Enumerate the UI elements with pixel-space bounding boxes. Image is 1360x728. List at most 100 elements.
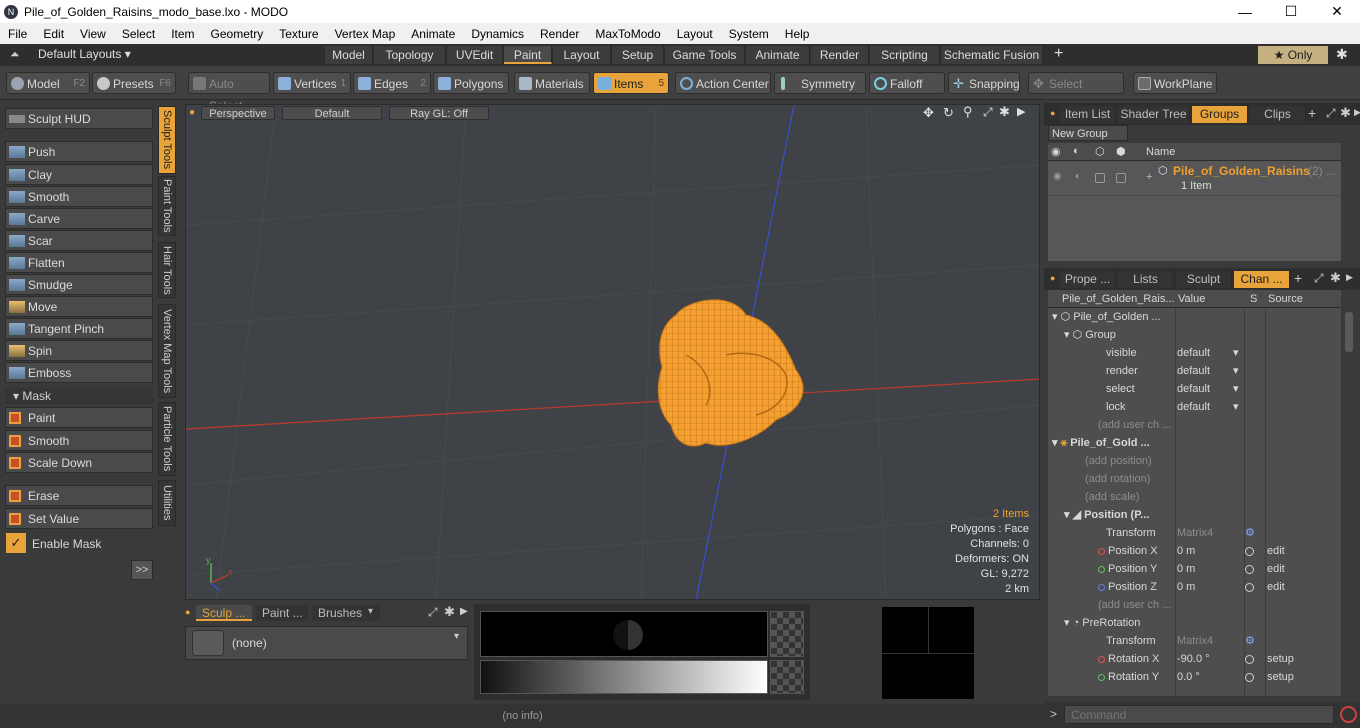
- groups-gear-icon[interactable]: ✱: [1340, 105, 1351, 121]
- channels-menu-icon[interactable]: ●: [1050, 273, 1055, 283]
- groups-scrollbar[interactable]: [1343, 143, 1355, 261]
- rotation-x-value[interactable]: -90.0 °: [1177, 650, 1243, 668]
- channels-expand-icon[interactable]: ▶: [1346, 272, 1353, 283]
- expand-arrow-icon[interactable]: ▾: [1064, 617, 1073, 629]
- value-gradient[interactable]: [480, 660, 768, 694]
- channels-scrollbar[interactable]: [1343, 308, 1355, 696]
- channel-row[interactable]: render default ▾: [1048, 362, 1341, 380]
- tab-sculpt-presets[interactable]: Sculp ...: [196, 605, 252, 621]
- tool-spin[interactable]: Spin: [5, 340, 153, 361]
- tool-flatten[interactable]: Flatten: [5, 252, 153, 273]
- viewport-settings-icon[interactable]: ✱: [999, 104, 1010, 120]
- tab-sculpt-tools[interactable]: Sculpt Tools: [158, 106, 176, 174]
- render-icon[interactable]: ◐: [1073, 145, 1080, 157]
- menu-item[interactable]: Item: [163, 27, 202, 41]
- state-circle-icon[interactable]: [1245, 546, 1254, 556]
- channel-row[interactable]: (add position): [1048, 452, 1341, 470]
- lock-value-dropdown[interactable]: default ▾: [1177, 398, 1243, 416]
- tab-schematic-fusion[interactable]: Schematic Fusion: [941, 46, 1043, 64]
- row-select-checkbox[interactable]: [1116, 173, 1126, 183]
- matrix-link-icon[interactable]: ⚙: [1245, 524, 1265, 542]
- scrollbar-thumb[interactable]: [1345, 312, 1353, 352]
- channel-row[interactable]: ▾ ⬡ Group: [1048, 326, 1341, 344]
- groups-menu-icon[interactable]: ●: [1050, 108, 1055, 118]
- tool-smooth[interactable]: Smooth: [5, 186, 153, 207]
- panel-expand-icon[interactable]: ▶: [460, 606, 468, 617]
- alpha-gradient[interactable]: [770, 660, 804, 694]
- state-circle-icon[interactable]: [1245, 654, 1254, 664]
- groups-expand-icon[interactable]: ▶: [1354, 107, 1360, 118]
- channel-row[interactable]: ▾ ⬡ Pile_of_Golden ...: [1048, 308, 1341, 326]
- close-button[interactable]: ✕: [1314, 0, 1360, 23]
- set-value-button[interactable]: Set Value: [5, 508, 153, 529]
- menu-view[interactable]: View: [72, 27, 114, 41]
- select-icon[interactable]: ⬢: [1116, 145, 1126, 158]
- channel-row[interactable]: Position X0 m edit: [1048, 542, 1341, 560]
- expand-arrow-icon[interactable]: ▾: [1052, 437, 1061, 449]
- alpha-swatch[interactable]: [770, 611, 804, 657]
- state-circle-icon[interactable]: [1245, 582, 1254, 592]
- edges-button[interactable]: Edges 2: [353, 72, 431, 94]
- tab-paint-presets[interactable]: Paint ...: [256, 605, 308, 621]
- groups-maximize-icon[interactable]: ⤢: [1326, 106, 1336, 121]
- rotation-y-value[interactable]: 0.0 °: [1177, 668, 1243, 686]
- visible-value-dropdown[interactable]: default ▾: [1177, 344, 1243, 362]
- menu-vertex-map[interactable]: Vertex Map: [327, 27, 404, 41]
- gear-icon[interactable]: ✱: [1336, 46, 1348, 63]
- vertices-button[interactable]: Vertices 1: [273, 72, 351, 94]
- menu-edit[interactable]: Edit: [35, 27, 72, 41]
- maximize-button[interactable]: ☐: [1268, 0, 1314, 23]
- command-input[interactable]: [1064, 705, 1334, 724]
- model-mode-button[interactable]: Model F2: [6, 72, 90, 94]
- perspective-dropdown[interactable]: Perspective: [201, 106, 275, 120]
- viewport-expand-icon[interactable]: ▶: [1017, 105, 1025, 118]
- tool-clay[interactable]: Clay: [5, 164, 153, 185]
- lock-icon[interactable]: ⬡: [1095, 145, 1105, 158]
- tab-render[interactable]: Render: [811, 46, 869, 64]
- menu-file[interactable]: File: [0, 27, 35, 41]
- tab-vertex-map-tools[interactable]: Vertex Map Tools: [158, 304, 176, 398]
- panel-menu-icon[interactable]: ●: [185, 607, 190, 617]
- items-button[interactable]: Items 5: [593, 72, 669, 94]
- tab-hair-tools[interactable]: Hair Tools: [158, 242, 176, 298]
- row-render-icon[interactable]: ◐: [1075, 171, 1081, 182]
- mask-scale-down-button[interactable]: Scale Down: [5, 452, 153, 473]
- rotate-icon[interactable]: ↻: [943, 105, 954, 121]
- expand-arrow-icon[interactable]: ▾: [1064, 509, 1073, 521]
- zoom-icon[interactable]: ⚲: [963, 104, 973, 120]
- position-x-value[interactable]: 0 m: [1177, 542, 1243, 560]
- tab-particle-tools[interactable]: Particle Tools: [158, 402, 176, 476]
- snapping-button[interactable]: ✛ Snapping: [948, 72, 1020, 94]
- channel-row[interactable]: Transform Matrix4 ⚙: [1048, 524, 1341, 542]
- menu-geometry[interactable]: Geometry: [203, 27, 272, 41]
- channel-row[interactable]: Rotation Y 0.0 ° setup: [1048, 668, 1341, 686]
- channel-row[interactable]: lock default ▾: [1048, 398, 1341, 416]
- tab-animate[interactable]: Animate: [746, 46, 810, 64]
- tab-lists[interactable]: Lists: [1118, 271, 1174, 288]
- channel-row[interactable]: (add scale): [1048, 488, 1341, 506]
- channels-gear-icon[interactable]: ✱: [1330, 270, 1341, 286]
- tab-paint[interactable]: Paint: [504, 46, 552, 64]
- expand-arrow-icon[interactable]: ▾: [1052, 311, 1061, 323]
- tool-push[interactable]: Push: [5, 141, 153, 162]
- menu-system[interactable]: System: [721, 27, 777, 41]
- menu-select[interactable]: Select: [114, 27, 163, 41]
- channel-row[interactable]: (add rotation): [1048, 470, 1341, 488]
- maximize-panel-icon[interactable]: ⤢: [428, 605, 438, 620]
- menu-layout[interactable]: Layout: [669, 27, 721, 41]
- texture-preview[interactable]: [882, 607, 974, 699]
- presets-button[interactable]: Presets F6: [92, 72, 176, 94]
- render-value-dropdown[interactable]: default ▾: [1177, 362, 1243, 380]
- sculpt-hud-button[interactable]: Sculpt HUD: [5, 108, 153, 129]
- shading-default-dropdown[interactable]: Default: [282, 106, 382, 120]
- row-lock-checkbox[interactable]: [1095, 173, 1105, 183]
- falloff-button[interactable]: Falloff: [869, 72, 945, 94]
- channel-row[interactable]: Position Y0 m edit: [1048, 560, 1341, 578]
- menu-dynamics[interactable]: Dynamics: [463, 27, 532, 41]
- chevron-down-icon[interactable]: ▾: [368, 606, 373, 617]
- add-channel-tab-icon[interactable]: +: [1294, 270, 1302, 286]
- tab-model[interactable]: Model: [325, 46, 373, 64]
- tab-layout[interactable]: Layout: [553, 46, 611, 64]
- add-tab-icon[interactable]: +: [1308, 105, 1316, 121]
- default-layouts-dropdown[interactable]: Default Layouts ▾: [38, 47, 131, 61]
